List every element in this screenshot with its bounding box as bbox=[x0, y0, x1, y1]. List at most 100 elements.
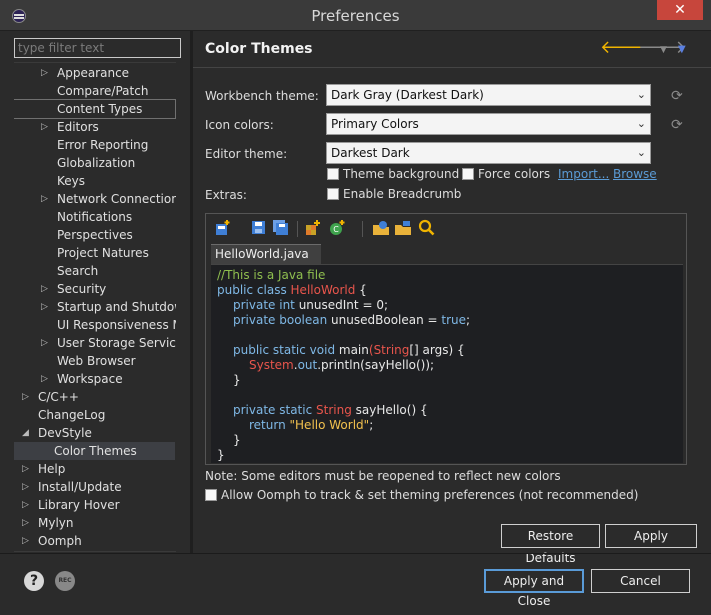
record-icon[interactable]: REC bbox=[55, 571, 75, 591]
cancel-button[interactable]: Cancel bbox=[591, 569, 690, 593]
apply-button[interactable]: Apply bbox=[605, 524, 697, 548]
tree-item[interactable]: Web Browser bbox=[14, 352, 175, 370]
tree-item[interactable]: ▷ Library Hover bbox=[14, 496, 175, 514]
expand-arrow-icon[interactable]: ▷ bbox=[41, 118, 48, 136]
expand-arrow-icon[interactable]: ▷ bbox=[22, 460, 29, 478]
code-line: public class HelloWorld { bbox=[217, 283, 367, 297]
tree-item[interactable]: UI Responsiveness Mc bbox=[14, 316, 181, 334]
expand-arrow-icon[interactable]: ▷ bbox=[41, 298, 48, 316]
close-button[interactable]: ✕ bbox=[657, 0, 703, 20]
search-icon[interactable] bbox=[418, 219, 436, 237]
force-colors-checkbox[interactable]: Force colors bbox=[462, 167, 550, 183]
tree-item[interactable]: ▷ Security bbox=[14, 280, 175, 298]
view-menu-icon[interactable]: ▼ bbox=[678, 41, 686, 59]
tree-item[interactable]: Compare/Patch bbox=[14, 82, 175, 100]
new-file-icon[interactable] bbox=[214, 219, 232, 237]
tree-item[interactable]: Keys bbox=[14, 172, 175, 190]
theme-background-checkbox[interactable]: Theme background bbox=[327, 167, 459, 183]
tree-item[interactable]: ▷ User Storage Service bbox=[14, 334, 181, 352]
tree-item[interactable]: ◢ DevStyle bbox=[14, 424, 175, 442]
toolbar-separator bbox=[362, 221, 363, 237]
tree-item[interactable]: Globalization bbox=[14, 154, 175, 172]
code-line: return "Hello World"; bbox=[249, 418, 374, 432]
tree-item-label: Web Browser bbox=[57, 354, 136, 368]
editor-tab[interactable]: HelloWorld.java bbox=[211, 244, 321, 264]
build-icon[interactable] bbox=[304, 219, 322, 237]
tree-item-label: Startup and Shutdown bbox=[57, 300, 181, 314]
chevron-down-icon: ⌄ bbox=[636, 88, 646, 101]
refresh-icon[interactable]: ⟳ bbox=[671, 89, 685, 103]
checkbox-box[interactable] bbox=[205, 489, 217, 501]
expand-arrow-icon[interactable]: ▷ bbox=[41, 370, 48, 388]
editor-theme-select[interactable]: Darkest Dark ⌄ bbox=[326, 142, 651, 164]
checkbox-box[interactable] bbox=[462, 168, 474, 180]
chevron-down-icon: ⌄ bbox=[636, 117, 646, 130]
checkbox-box[interactable] bbox=[327, 188, 339, 200]
apply-and-close-button[interactable]: Apply and Close bbox=[484, 569, 584, 608]
extras-label: Extras: bbox=[205, 188, 247, 202]
icon-colors-select[interactable]: Primary Colors ⌄ bbox=[326, 113, 651, 135]
tree-item[interactable]: ▷ Install/Update bbox=[14, 478, 175, 496]
refresh-icon[interactable]: ⟳ bbox=[671, 118, 685, 132]
note-text: Note: Some editors must be reopened to r… bbox=[205, 469, 561, 483]
tree-item[interactable]: ▷ Workspace bbox=[14, 370, 175, 388]
tree-item[interactable]: ▷ Editors bbox=[14, 118, 175, 136]
allow-oomph-checkbox[interactable]: Allow Oomph to track & set theming prefe… bbox=[205, 488, 638, 504]
tree-item[interactable]: ▷ Help bbox=[14, 460, 175, 478]
tree-item-label: Compare/Patch bbox=[57, 84, 149, 98]
new-class-icon[interactable]: C bbox=[328, 219, 346, 237]
tree-item[interactable]: Error Reporting bbox=[14, 136, 175, 154]
header-divider bbox=[193, 67, 711, 68]
tree-item[interactable]: Notifications bbox=[14, 208, 175, 226]
split-sash[interactable] bbox=[190, 31, 193, 553]
expand-arrow-icon[interactable]: ▷ bbox=[22, 478, 29, 496]
expand-arrow-icon[interactable]: ▷ bbox=[41, 64, 48, 82]
tree-item[interactable]: ▷ Mylyn bbox=[14, 514, 175, 532]
restore-defaults-button[interactable]: Restore Defaults bbox=[501, 524, 600, 565]
save-icon[interactable] bbox=[250, 219, 268, 237]
code-area[interactable]: //This is a Java file public class Hello… bbox=[211, 265, 683, 463]
code-line: private boolean unusedBoolean = true; bbox=[233, 313, 471, 327]
forward-menu-icon[interactable]: ▼ bbox=[660, 41, 667, 59]
browse-link[interactable]: Browse bbox=[613, 167, 657, 181]
tree-item[interactable]: Search bbox=[14, 262, 175, 280]
workbench-theme-select[interactable]: Dark Gray (Darkest Dark) ⌄ bbox=[326, 84, 651, 106]
tree-item[interactable]: Perspectives bbox=[14, 226, 175, 244]
filter-input[interactable] bbox=[14, 38, 181, 58]
tree-item[interactable]: Color Themes bbox=[14, 442, 175, 460]
tree-item[interactable]: ChangeLog bbox=[14, 406, 175, 424]
tree-item[interactable]: Project Natures bbox=[14, 244, 175, 262]
expand-arrow-icon[interactable]: ▷ bbox=[22, 496, 29, 514]
workbench-theme-value: Dark Gray (Darkest Dark) bbox=[331, 88, 484, 102]
expand-arrow-icon[interactable]: ▷ bbox=[22, 532, 29, 550]
open-folder-icon[interactable] bbox=[394, 219, 412, 237]
tree-item[interactable]: ▷ Appearance bbox=[14, 64, 175, 82]
expand-arrow-icon[interactable]: ▷ bbox=[41, 334, 48, 352]
import-link[interactable]: Import... bbox=[558, 167, 609, 181]
help-icon[interactable]: ? bbox=[24, 571, 44, 591]
tree-item[interactable]: ▷ Network Connections bbox=[14, 190, 181, 208]
tree-item-label: Editors bbox=[57, 120, 99, 134]
tree-item-label: Mylyn bbox=[38, 516, 74, 530]
code-line: //This is a Java file bbox=[217, 268, 326, 282]
save-all-icon[interactable] bbox=[272, 219, 290, 237]
tree-item[interactable]: ▷ Oomph bbox=[14, 532, 175, 550]
tree-item[interactable]: ▷ Startup and Shutdown bbox=[14, 298, 181, 316]
expand-arrow-icon[interactable]: ▷ bbox=[22, 514, 29, 532]
tree-item-label: Globalization bbox=[57, 156, 136, 170]
tree-scrollbar[interactable] bbox=[176, 62, 182, 552]
tree-item-label: Oomph bbox=[38, 534, 82, 548]
tree-item-label: Security bbox=[57, 282, 107, 296]
tree-item[interactable]: ▷ C/C++ bbox=[14, 388, 175, 406]
open-type-icon[interactable] bbox=[372, 219, 390, 237]
expand-arrow-icon[interactable]: ▷ bbox=[41, 190, 48, 208]
expand-arrow-icon[interactable]: ▷ bbox=[41, 280, 48, 298]
tree-item[interactable]: Content Types bbox=[14, 99, 176, 119]
enable-breadcrumb-label: Enable Breadcrumb bbox=[343, 187, 462, 201]
svg-text:C: C bbox=[333, 225, 339, 234]
enable-breadcrumb-checkbox[interactable]: Enable Breadcrumb bbox=[327, 187, 461, 203]
expanded-arrow-icon[interactable]: ◢ bbox=[22, 424, 29, 442]
checkbox-box[interactable] bbox=[327, 168, 339, 180]
tree-item-label: Network Connections bbox=[57, 192, 181, 206]
expand-arrow-icon[interactable]: ▷ bbox=[22, 388, 29, 406]
